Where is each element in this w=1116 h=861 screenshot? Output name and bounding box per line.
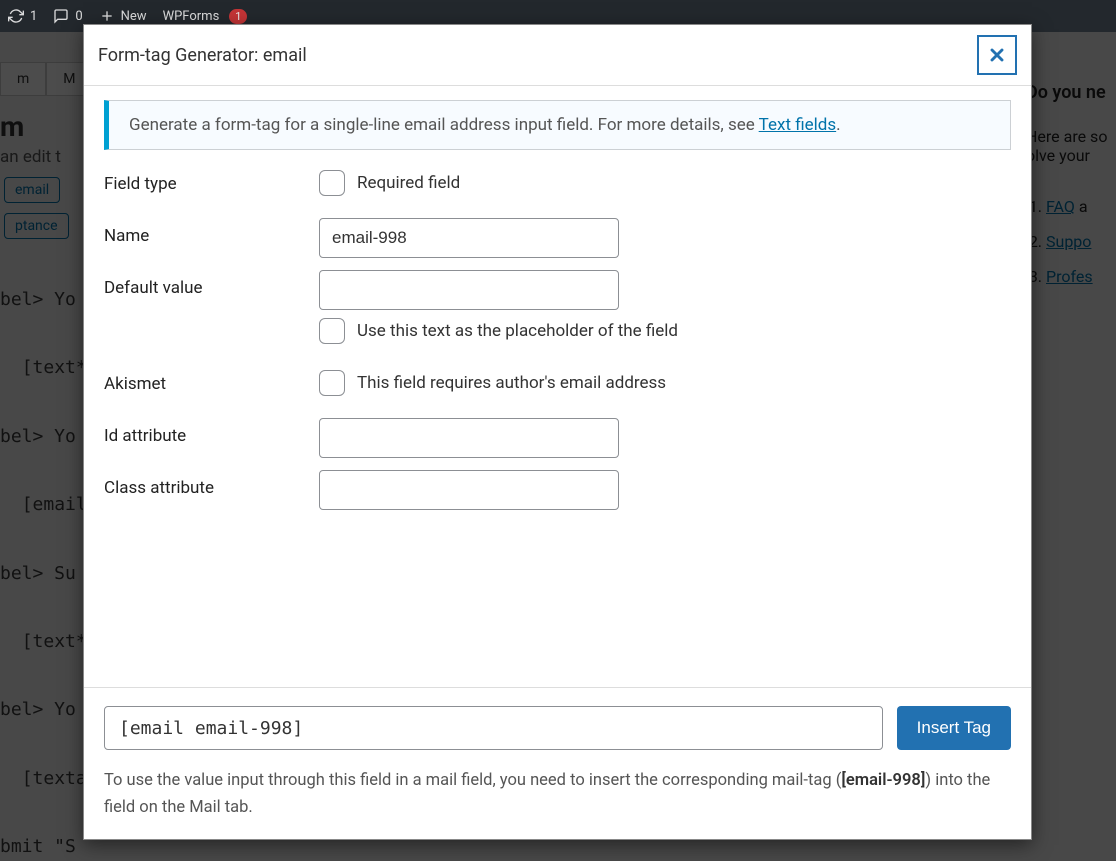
placeholder-checkbox-row[interactable]: Use this text as the placeholder of the … <box>319 318 1011 344</box>
updates-indicator[interactable]: 1 <box>8 8 37 24</box>
id-attr-input[interactable] <box>319 418 619 458</box>
shortcode-output[interactable] <box>104 706 883 750</box>
close-button[interactable] <box>977 35 1017 75</box>
modal-title: Form-tag Generator: email <box>98 45 307 66</box>
akismet-checkbox[interactable] <box>319 370 345 396</box>
required-checkbox-row[interactable]: Required field <box>319 170 1011 196</box>
label-name: Name <box>104 218 319 246</box>
required-label: Required field <box>357 173 460 193</box>
modal-footer: Insert Tag To use the value input throug… <box>84 687 1031 839</box>
akismet-label: This field requires author's email addre… <box>357 373 666 393</box>
class-attr-input[interactable] <box>319 470 619 510</box>
modal-header: Form-tag Generator: email <box>84 25 1031 86</box>
new-label: New <box>121 9 147 24</box>
updates-count: 1 <box>30 9 37 24</box>
label-class-attr: Class attribute <box>104 470 319 498</box>
label-field-type: Field type <box>104 166 319 194</box>
close-icon <box>987 45 1007 65</box>
text-fields-link[interactable]: Text fields <box>759 115 836 135</box>
label-default-value: Default value <box>104 270 319 298</box>
comments-indicator[interactable]: 0 <box>53 8 82 24</box>
insert-tag-button[interactable]: Insert Tag <box>897 706 1011 750</box>
akismet-checkbox-row[interactable]: This field requires author's email addre… <box>319 370 1011 396</box>
footer-note: To use the value input through this fiel… <box>104 768 1011 821</box>
plus-icon <box>99 8 115 24</box>
placeholder-checkbox[interactable] <box>319 318 345 344</box>
mail-tag-code: [email-998] <box>841 771 925 790</box>
wpforms-menu[interactable]: WPForms 1 <box>163 9 248 24</box>
label-akismet: Akismet <box>104 366 319 394</box>
required-checkbox[interactable] <box>319 170 345 196</box>
info-banner: Generate a form-tag for a single-line em… <box>104 100 1011 150</box>
comments-count: 0 <box>75 9 82 24</box>
comment-icon <box>53 8 69 24</box>
wpforms-badge: 1 <box>229 9 247 24</box>
placeholder-label: Use this text as the placeholder of the … <box>357 321 678 341</box>
info-text: Generate a form-tag for a single-line em… <box>129 115 759 135</box>
default-value-input[interactable] <box>319 270 619 310</box>
wpforms-label: WPForms <box>163 9 220 24</box>
form-tag-generator-modal: Form-tag Generator: email Generate a for… <box>83 24 1032 840</box>
name-input[interactable] <box>319 218 619 258</box>
form-body: Field type Required field Name Default v… <box>84 166 1031 687</box>
new-content[interactable]: New <box>99 8 147 24</box>
label-id-attr: Id attribute <box>104 418 319 446</box>
refresh-icon <box>8 8 24 24</box>
